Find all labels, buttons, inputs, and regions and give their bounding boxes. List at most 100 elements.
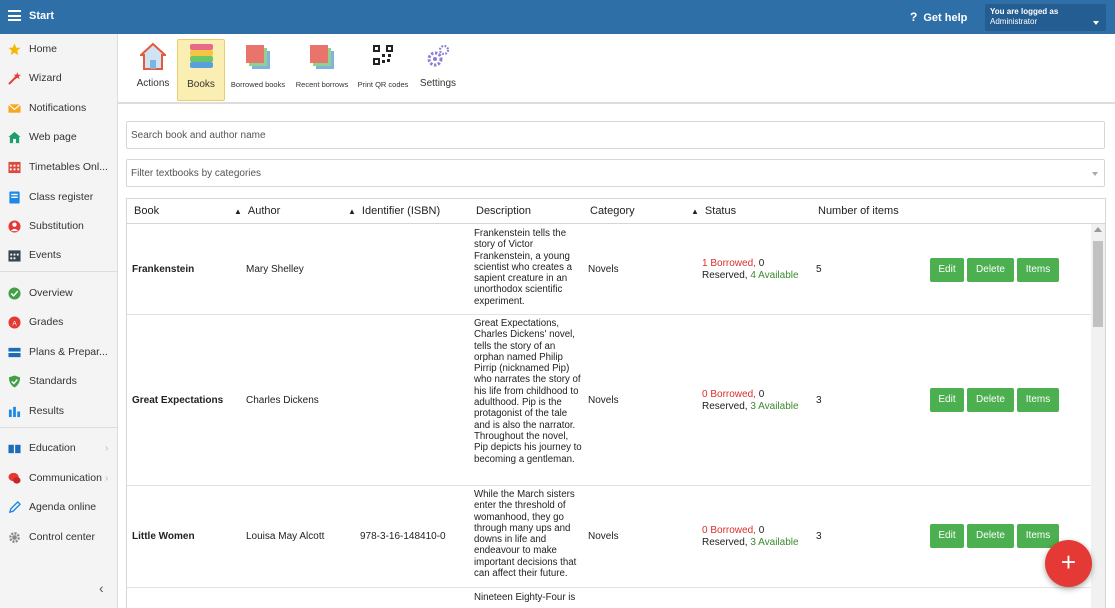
column-author-label: Author xyxy=(247,205,281,217)
search-input[interactable]: Search book and author name xyxy=(126,121,1105,149)
book-description: Nineteen Eighty-Four is xyxy=(474,592,576,603)
sidebar-item-events[interactable]: Events xyxy=(0,244,117,266)
app-title[interactable]: Start xyxy=(29,10,54,22)
top-bar: Start ? Get help You are logged as Admini… xyxy=(0,0,1115,34)
sidebar-item-results[interactable]: Results xyxy=(0,400,117,422)
sidebar-item-label: Notifications xyxy=(29,102,87,114)
scroll-up-icon[interactable] xyxy=(1094,227,1102,232)
delete-button[interactable]: Delete xyxy=(967,524,1014,548)
column-number-of-items[interactable]: Number of items xyxy=(818,205,899,217)
sidebar-item-standards[interactable]: Standards xyxy=(0,370,117,392)
borrowed-books-button[interactable]: Borrowed books xyxy=(229,39,287,101)
book-title: Frankenstein xyxy=(132,264,195,275)
sort-arrow-icon: ▲ xyxy=(348,207,356,216)
sidebar-item-communication[interactable]: Communication › xyxy=(0,467,117,489)
book-status: 0 Borrowed, 0 Reserved, 3 Available xyxy=(702,525,799,548)
borrowed-books-icon xyxy=(246,45,270,69)
user-menu[interactable]: You are logged as Administrator xyxy=(985,4,1106,31)
column-status-label: Status xyxy=(704,205,737,217)
column-description[interactable]: Description xyxy=(476,205,531,217)
sidebar-item-plans[interactable]: Plans & Prepar... xyxy=(0,341,117,363)
sidebar-item-agenda[interactable]: Agenda online xyxy=(0,496,117,518)
gear-icon xyxy=(9,531,20,543)
items-button[interactable]: Items xyxy=(1017,388,1059,412)
help-icon: ? xyxy=(910,10,918,24)
reserved-label: Reserved, xyxy=(702,536,748,548)
book-author: Charles Dickens xyxy=(246,395,319,406)
table-row: Little Women Louisa May Alcott 978-3-16-… xyxy=(127,486,1091,588)
reserved-label: Reserved, xyxy=(702,269,748,281)
bar-chart-icon xyxy=(8,406,21,417)
column-status[interactable]: ▲ Status xyxy=(691,205,736,217)
book-icon xyxy=(9,190,20,204)
sidebar-item-overview[interactable]: Overview xyxy=(0,282,117,304)
edit-button[interactable]: Edit xyxy=(930,258,964,282)
book-description: Frankenstein tells the story of Victor F… xyxy=(474,228,572,307)
books-label: Books xyxy=(187,79,215,90)
get-help-link[interactable]: ? Get help xyxy=(910,10,967,24)
sidebar-item-web-page[interactable]: Web page xyxy=(0,126,117,148)
settings-button[interactable]: Settings xyxy=(416,39,460,101)
reserved-count: 0 xyxy=(755,258,765,269)
sidebar-item-label: Standards xyxy=(29,375,77,387)
recent-borrows-button[interactable]: Recent borrows xyxy=(293,39,351,101)
sidebar-item-timetables[interactable]: Timetables Onl... xyxy=(0,156,117,178)
sort-arrow-icon: ▲ xyxy=(691,207,699,216)
book-category: Novels xyxy=(588,531,619,542)
gears-icon xyxy=(427,44,450,67)
sidebar-item-education[interactable]: Education › xyxy=(0,437,117,459)
logged-as-label: You are logged as xyxy=(990,7,1059,16)
column-book[interactable]: Book xyxy=(134,205,159,217)
chat-icon xyxy=(8,472,21,484)
sidebar-item-class-register[interactable]: Class register xyxy=(0,186,117,208)
menu-icon[interactable] xyxy=(8,10,21,21)
sidebar-item-label: Results xyxy=(29,405,65,417)
available-count: 4 Available xyxy=(750,269,799,281)
reserved-count: 0 xyxy=(755,389,765,400)
collapse-sidebar-icon[interactable]: ‹ xyxy=(99,580,104,596)
sidebar-item-wizard[interactable]: Wizard xyxy=(0,67,117,89)
borrowed-books-label: Borrowed books xyxy=(230,80,286,89)
sidebar-item-label: Home xyxy=(29,43,58,55)
sidebar-item-label: Agenda online xyxy=(29,501,97,513)
plans-icon xyxy=(8,347,21,357)
column-isbn[interactable]: ▲ Identifier (ISBN) xyxy=(348,205,440,217)
shield-icon xyxy=(8,374,21,388)
wand-icon xyxy=(8,71,21,85)
print-qr-button[interactable]: Print QR codes xyxy=(356,39,410,101)
book-title: Great Expectations xyxy=(132,395,224,406)
reserved-label: Reserved, xyxy=(702,400,748,412)
sidebar-item-control-center[interactable]: Control center xyxy=(0,526,117,548)
book-description: Great Expectations, Charles Dickens' nov… xyxy=(474,318,582,465)
actions-button[interactable]: Actions xyxy=(132,39,174,101)
book-author: Louisa May Alcott xyxy=(246,531,325,542)
sidebar-item-grades[interactable]: A Grades xyxy=(0,311,117,333)
sidebar-item-notifications[interactable]: Notifications xyxy=(0,97,117,119)
edit-button[interactable]: Edit xyxy=(930,524,964,548)
column-author[interactable]: ▲ Author xyxy=(234,205,280,217)
column-category[interactable]: Category xyxy=(590,205,635,217)
edit-button[interactable]: Edit xyxy=(930,388,964,412)
sidebar-item-substitution[interactable]: Substitution xyxy=(0,215,117,237)
book-author: Mary Shelley xyxy=(246,264,304,275)
table-row: Great Expectations Charles Dickens Great… xyxy=(127,315,1091,486)
sidebar-item-label: Wizard xyxy=(29,72,62,84)
home-icon xyxy=(8,131,21,143)
add-book-button[interactable]: + xyxy=(1045,540,1092,587)
item-count: 3 xyxy=(816,531,822,542)
sidebar-item-home[interactable]: Home xyxy=(0,38,117,60)
books-button[interactable]: Books xyxy=(177,39,225,101)
category-filter-select[interactable]: Filter textbooks by categories xyxy=(126,159,1105,187)
book-title: Little Women xyxy=(132,531,195,542)
recent-borrows-label: Recent borrows xyxy=(295,80,349,89)
table-scrollbar[interactable] xyxy=(1091,224,1105,608)
sidebar-item-label: Control center xyxy=(29,531,95,543)
scrollbar-thumb[interactable] xyxy=(1093,241,1103,327)
items-button[interactable]: Items xyxy=(1017,258,1059,282)
item-count: 3 xyxy=(816,395,822,406)
delete-button[interactable]: Delete xyxy=(967,388,1014,412)
borrowed-count: 0 Borrowed, xyxy=(702,525,756,536)
home-icon xyxy=(140,42,166,70)
sidebar-item-label: Timetables Onl... xyxy=(29,161,108,173)
delete-button[interactable]: Delete xyxy=(967,258,1014,282)
